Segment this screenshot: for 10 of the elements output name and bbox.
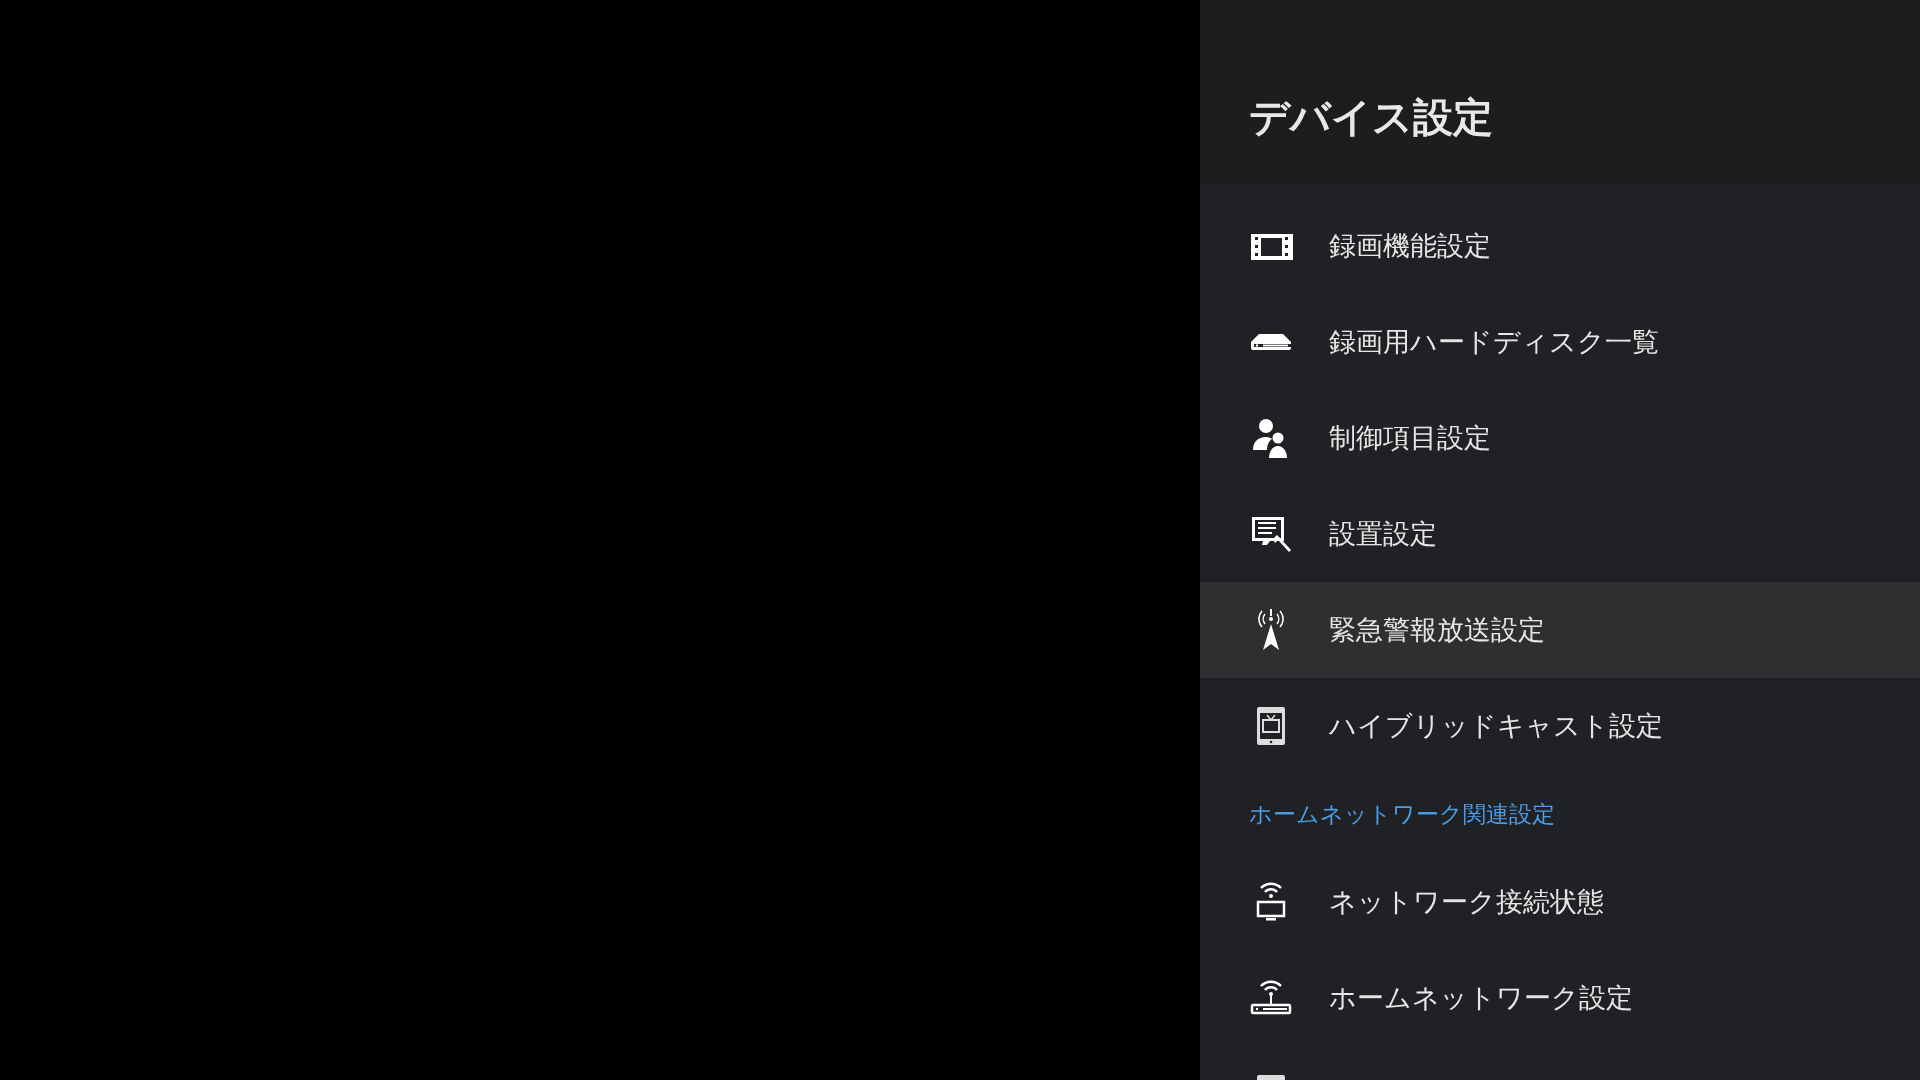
menu-item[interactable]: 設置設定	[1200, 486, 1920, 582]
menu-item[interactable]: ネットワーク接続状態	[1200, 854, 1920, 950]
menu-item[interactable]: 緊急警報放送設定	[1200, 582, 1920, 678]
menu-item[interactable]: 制御項目設定	[1200, 390, 1920, 486]
section-heading: ホームネットワーク関連設定	[1249, 799, 1555, 829]
menu-item[interactable]: ホームネットワーク設定	[1200, 950, 1920, 1046]
panel-title: デバイス設定	[1249, 93, 1493, 142]
menu-item[interactable]: 録画用ハードディスク一覧	[1200, 294, 1920, 390]
menu-item[interactable]: 録画機能設定	[1200, 198, 1920, 294]
menu-item[interactable]: ハイブリッドキャスト設定	[1200, 678, 1920, 774]
